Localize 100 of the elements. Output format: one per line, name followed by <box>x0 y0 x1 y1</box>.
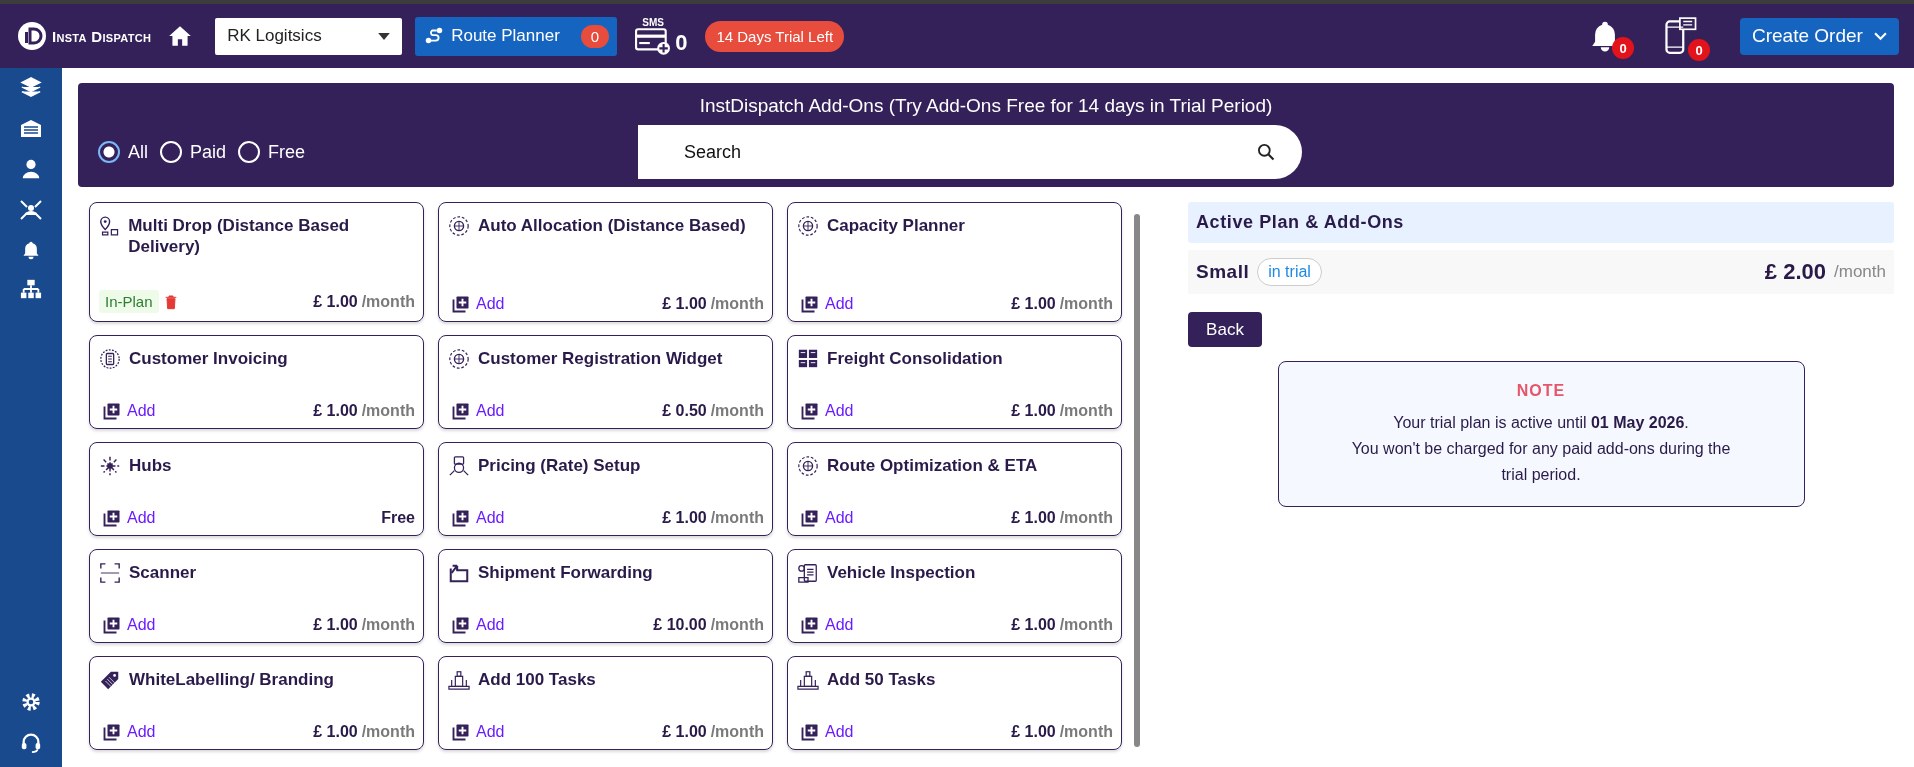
headset-icon[interactable] <box>20 731 42 753</box>
add-button[interactable]: Add <box>99 402 156 420</box>
addon-price: £ 1.00 <box>313 616 358 634</box>
doc-icon <box>99 348 121 370</box>
price-period: /month <box>1834 262 1886 282</box>
plan-name: Small <box>1196 261 1250 283</box>
addon-price: Free <box>381 509 415 527</box>
filter-radio[interactable]: All <box>98 141 148 163</box>
filter-radio[interactable]: Free <box>238 141 306 163</box>
add-square-icon <box>103 509 121 527</box>
addon-price: £ 1.00 <box>662 295 707 313</box>
scan-icon <box>99 562 121 584</box>
add-square-icon <box>452 723 470 741</box>
add-square-icon <box>452 509 470 527</box>
add-button[interactable]: Add <box>797 509 854 527</box>
user-icon[interactable] <box>20 158 42 180</box>
active-plan-title: Active Plan & Add-Ons <box>1188 202 1894 243</box>
addon-name: Vehicle Inspection <box>827 562 976 583</box>
price-period: /month <box>361 292 415 311</box>
add-button[interactable]: Add <box>448 723 505 741</box>
price-period: /month <box>1059 295 1113 313</box>
notification-count-badge: 0 <box>1612 37 1634 59</box>
add-square-icon <box>801 402 819 420</box>
trial-badge: 14 Days Trial Left <box>705 20 845 52</box>
addon-name: Scanner <box>129 562 197 583</box>
addon-name: Customer Registration Widget <box>478 348 723 369</box>
add-button[interactable]: Add <box>797 295 854 313</box>
layers-icon[interactable] <box>20 76 42 98</box>
settings-icon[interactable] <box>20 691 42 713</box>
addon-price: £ 0.50 <box>662 402 707 420</box>
sms-card-icon[interactable] <box>635 27 672 56</box>
filter-radio[interactable]: Paid <box>160 141 227 163</box>
add-button[interactable]: Add <box>797 402 854 420</box>
pin-icon <box>99 215 121 237</box>
brand-name: Insta Dispatch <box>52 27 152 45</box>
addon-price: £ 1.00 <box>662 509 707 527</box>
team-icon[interactable] <box>19 198 43 222</box>
dropdown-caret-icon <box>378 32 391 40</box>
phone-message-icon[interactable] <box>1664 17 1698 55</box>
price-period: /month <box>710 723 764 741</box>
note-text: You won't be charged for any paid add-ons during the trial period. <box>1350 439 1732 485</box>
price-period: /month <box>1059 402 1113 420</box>
addon-name: Auto Allocation (Distance Based) <box>478 215 746 236</box>
price-period: /month <box>710 509 764 527</box>
chevron-down-icon <box>1874 31 1887 41</box>
addon-price: £ 1.00 <box>1011 295 1056 313</box>
addon-price: £ 1.00 <box>1011 402 1056 420</box>
add-square-icon <box>801 295 819 313</box>
addon-name: Add 50 Tasks <box>827 669 936 690</box>
price-period: /month <box>710 616 764 634</box>
price-period: /month <box>1059 723 1113 741</box>
price-period: /month <box>361 616 415 634</box>
logo-icon <box>17 21 47 51</box>
message-count-badge: 0 <box>1688 39 1710 61</box>
add-button[interactable]: Add <box>448 295 505 313</box>
route-planner-button[interactable]: Route Planner 0 <box>415 16 618 56</box>
note-text: Your trial plan is active until 01 May 2026. <box>1392 413 1690 433</box>
price-period: /month <box>710 295 764 313</box>
addon-name: Shipment Forwarding <box>478 562 653 583</box>
addons-title: InstDispatch Add-Ons (Try Add-Ons Free for 14 days in Trial Period) <box>699 95 1273 117</box>
add-button[interactable]: Add <box>99 616 156 634</box>
addon-name: Customer Invoicing <box>129 348 288 369</box>
add-button[interactable]: Add <box>99 723 156 741</box>
addon-price: £ 1.00 <box>1011 723 1056 741</box>
add-square-icon <box>452 402 470 420</box>
add-button[interactable]: Add <box>99 509 156 527</box>
search-field[interactable]: Search <box>638 125 1302 179</box>
bell-icon[interactable] <box>21 240 41 260</box>
search-icon <box>1256 142 1276 162</box>
addon-name: Capacity Planner <box>827 215 965 236</box>
addon-name: Multi Drop (Distance Based Delivery) <box>128 215 351 257</box>
plan-price: £ 2.00 <box>1764 259 1826 285</box>
addon-price: £ 1.00 <box>313 723 358 741</box>
add-button[interactable]: Add <box>797 616 854 634</box>
add-button[interactable]: Add <box>448 402 505 420</box>
addon-name: Freight Consolidation <box>827 348 1003 369</box>
add-square-icon <box>801 509 819 527</box>
create-order-button[interactable]: Create Order <box>1740 17 1899 55</box>
clipboard-icon <box>797 562 819 584</box>
add-button[interactable]: Add <box>797 723 854 741</box>
price-period: /month <box>1059 616 1113 634</box>
in-plan-badge: In-Plan <box>99 290 159 313</box>
add-button[interactable]: Add <box>448 509 505 527</box>
hierarchy-icon[interactable] <box>20 278 42 300</box>
boxes-icon <box>797 348 819 370</box>
back-button[interactable]: Back <box>1188 312 1262 347</box>
sms-count: 0 <box>675 30 688 56</box>
addon-price: £ 1.00 <box>313 402 358 420</box>
note-title: NOTE <box>1515 382 1567 400</box>
addon-price: £ 1.00 <box>662 723 707 741</box>
addon-name: Hubs <box>129 455 172 476</box>
add-button[interactable]: Add <box>448 616 505 634</box>
price-period: /month <box>1059 509 1113 527</box>
addon-price: £ 1.00 <box>1011 509 1056 527</box>
sms-label: SMS <box>642 16 664 28</box>
company-select[interactable]: RK Logitsics <box>215 17 403 55</box>
add-square-icon <box>103 723 121 741</box>
tag-icon <box>99 669 121 691</box>
trial-status-badge: in trial <box>1257 258 1322 286</box>
price-period: /month <box>710 402 764 420</box>
